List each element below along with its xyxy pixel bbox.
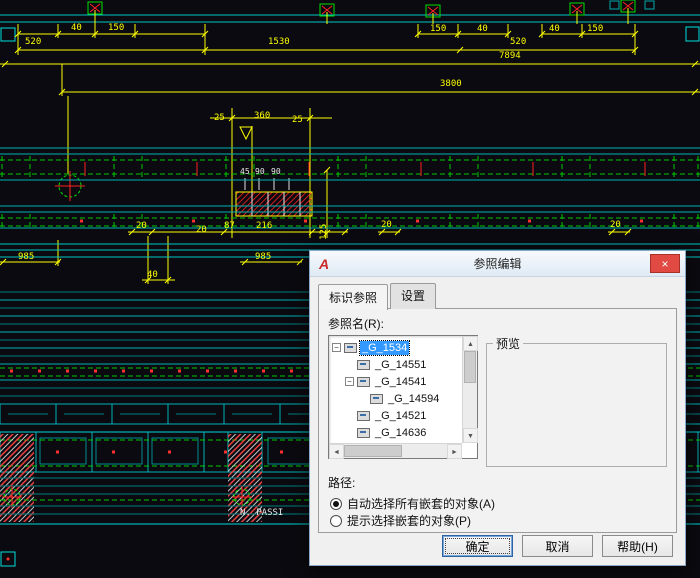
tree-item-label: _G_14541 <box>375 375 427 388</box>
tab-settings[interactable]: 设置 <box>390 283 437 309</box>
radio-icon[interactable] <box>330 514 342 527</box>
preview-label: 预览 <box>496 337 521 351</box>
autocad-logo-icon: A <box>318 255 330 272</box>
xref-icon <box>344 342 357 353</box>
xref-icon <box>357 427 370 438</box>
help-button[interactable]: 帮助(H) <box>602 535 673 557</box>
cad-application: 520 40 150 1530 150 40 520 40 150 7894 3800 25 360 25… <box>0 0 700 578</box>
xref-icon <box>370 393 383 404</box>
tree-item-label: _G_14551 <box>375 358 427 371</box>
radio-label: 提示选择嵌套的对象(P) <box>347 514 471 528</box>
radio-label: 自动选择所有嵌套的对象(A) <box>347 497 495 511</box>
ok-button[interactable]: 确定 <box>442 535 513 557</box>
dialog-footer: 确定 取消 帮助(H) <box>442 535 673 557</box>
close-button[interactable]: × <box>650 254 680 273</box>
reference-name-label: 参照名(R): <box>328 317 384 331</box>
reference-row: − _G_1534 _G_14551 − _G_14541 _G_14594 _G_1452… <box>328 335 667 467</box>
tree-item[interactable]: _G_14551 <box>330 356 461 373</box>
tab-panel: 参照名(R): − _G_1534 _G_14551 − _G_14541 _G_1459… <box>318 308 677 533</box>
dialog-titlebar[interactable]: A 参照编辑 × <box>310 251 685 277</box>
tree-item-label: _G_14594 <box>388 392 440 405</box>
scroll-down-icon[interactable]: ▼ <box>463 428 478 443</box>
horizontal-scroll-thumb[interactable] <box>344 445 402 457</box>
radio-auto-select-nested[interactable]: 自动选择所有嵌套的对象(A) <box>330 495 667 512</box>
preview-group: 预览 <box>486 335 667 467</box>
tree-item-label: _G_14636 <box>375 426 427 439</box>
tree-item[interactable]: _G_14636 <box>330 424 461 441</box>
tree-horizontal-scrollbar[interactable]: ◄ ► <box>329 443 462 459</box>
ref-tree[interactable]: − _G_1534 _G_14551 − _G_14541 _G_14594 _G_1452… <box>328 335 478 459</box>
tree-item-label: _G_14521 <box>375 409 427 422</box>
tree-expander-icon[interactable]: − <box>332 343 341 352</box>
tree-item-label: _G_1534 <box>358 339 411 356</box>
scroll-left-icon[interactable]: ◄ <box>329 444 344 459</box>
scroll-track[interactable] <box>402 444 447 458</box>
tree-rows: − _G_1534 _G_14551 − _G_14541 _G_14594 _G_1452… <box>330 337 461 442</box>
scroll-track[interactable] <box>463 383 477 428</box>
tree-expander-icon[interactable]: − <box>345 377 354 386</box>
dialog-title: 参照编辑 <box>473 257 522 271</box>
cancel-button[interactable]: 取消 <box>522 535 593 557</box>
xref-icon <box>357 359 370 370</box>
path-label: 路径: <box>328 476 356 490</box>
xref-icon <box>357 376 370 387</box>
radio-prompt-select-nested[interactable]: 提示选择嵌套的对象(P) <box>330 512 667 529</box>
reference-edit-dialog: A 参照编辑 × 标识参照 设置 参照名(R): − _G_1534 _G_1455… <box>309 250 686 566</box>
xref-icon <box>357 410 370 421</box>
tree-item[interactable]: _G_14521 <box>330 407 461 424</box>
vertical-scroll-thumb[interactable] <box>464 351 476 383</box>
tree-item[interactable]: − _G_14541 <box>330 373 461 390</box>
tab-identify-reference[interactable]: 标识参照 <box>318 284 389 310</box>
radio-icon[interactable] <box>330 497 342 510</box>
scroll-right-icon[interactable]: ► <box>447 444 462 459</box>
tree-vertical-scrollbar[interactable]: ▲ ▼ <box>462 336 478 443</box>
tree-item[interactable]: − _G_1534 <box>330 339 461 356</box>
dialog-tabs: 标识参照 设置 <box>310 277 685 310</box>
tree-item[interactable]: _G_14594 <box>330 390 461 407</box>
scroll-up-icon[interactable]: ▲ <box>463 336 478 351</box>
